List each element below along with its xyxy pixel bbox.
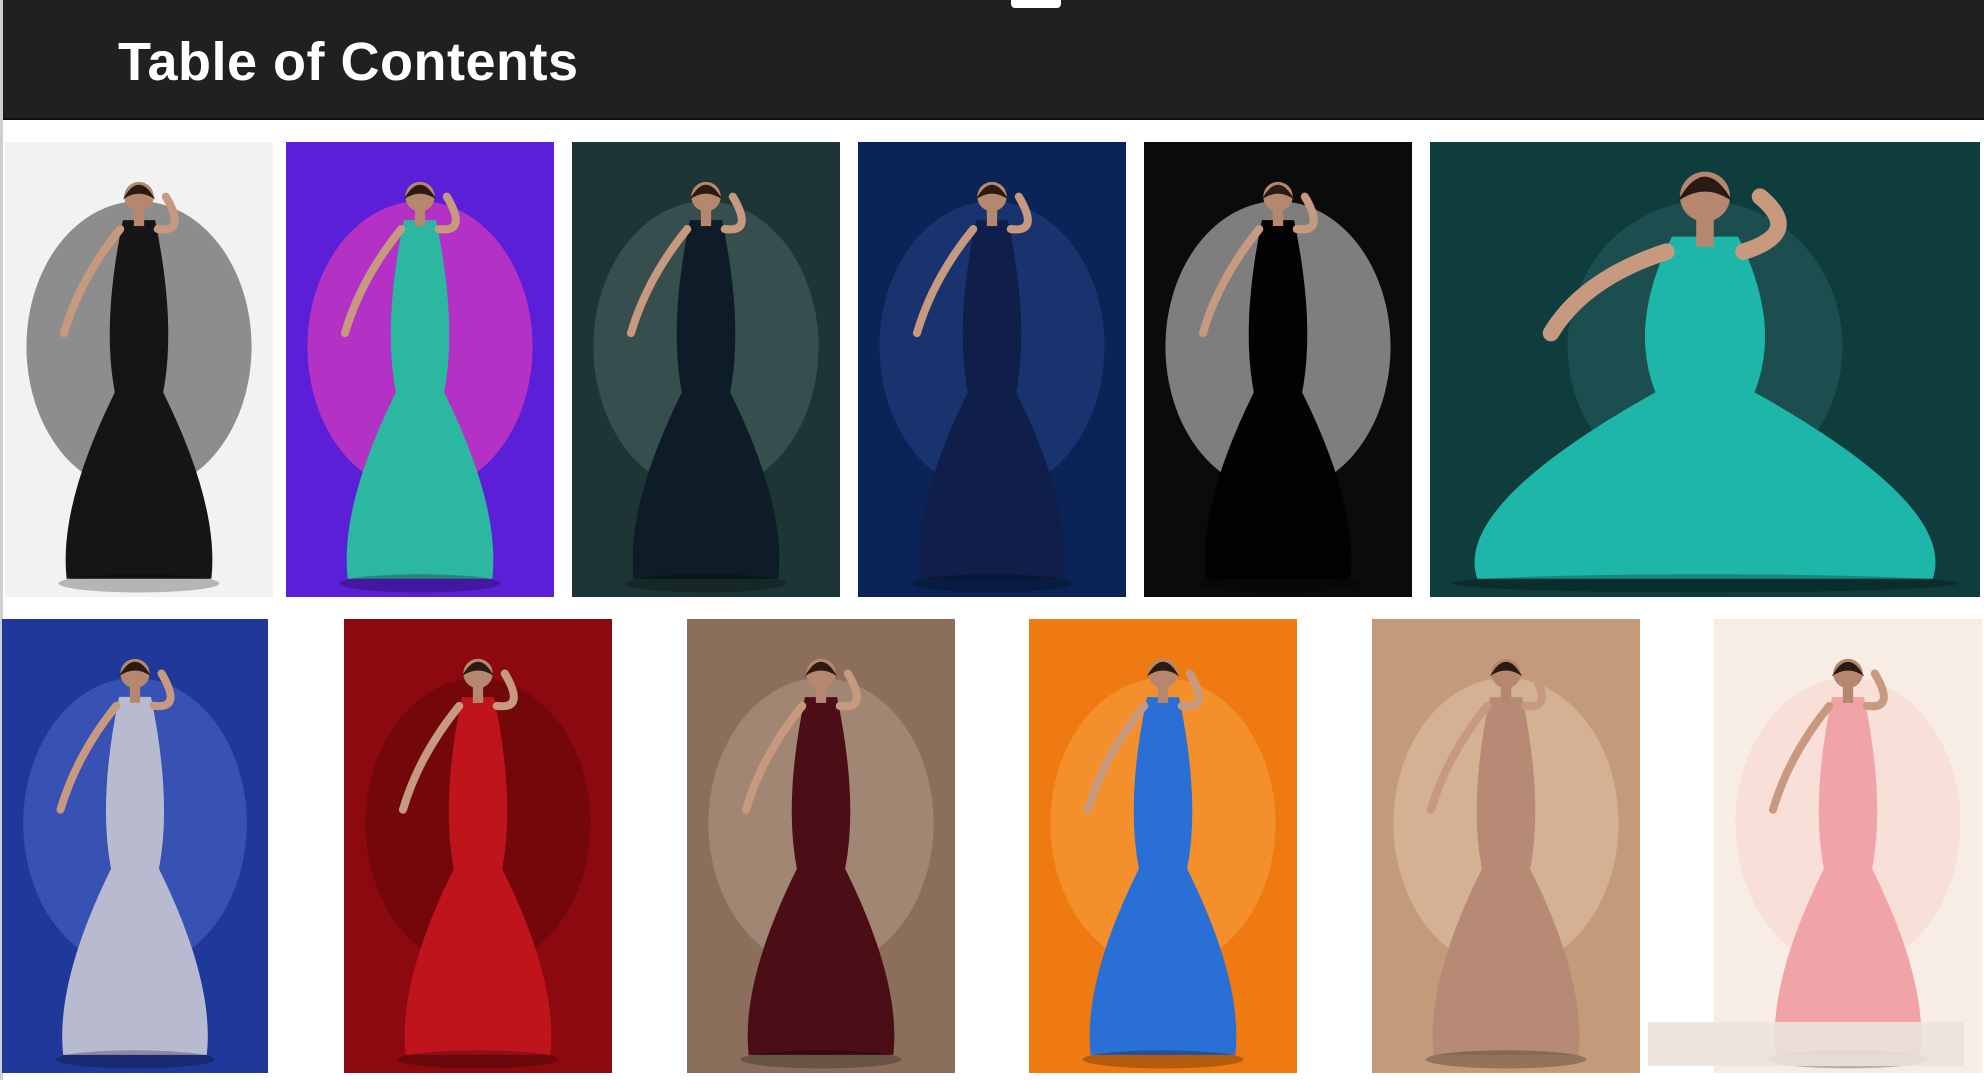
gold-brocade-gown-photo-image [1372, 619, 1640, 1073]
teal-flowing-gown-photo[interactable] [1430, 142, 1980, 597]
dark-teal-halter-gown-photo[interactable] [572, 142, 840, 597]
pink-tulle-dress-photo-image [1714, 619, 1982, 1073]
silhouette-gown-bw-photo-image [1144, 142, 1412, 597]
lace-gown-bw-photo-image [5, 142, 273, 597]
top-tab-handle[interactable] [1011, 0, 1061, 8]
lace-gown-bw-photo[interactable] [5, 142, 273, 597]
red-sculptural-dress-photo[interactable] [344, 619, 612, 1073]
navy-velvet-gown-photo[interactable] [858, 142, 1126, 597]
dark-teal-halter-gown-photo-image [572, 142, 840, 597]
neon-sequin-gown-photo-image [286, 142, 554, 597]
neon-sequin-gown-photo[interactable] [286, 142, 554, 597]
red-sculptural-dress-photo-image [344, 619, 612, 1073]
photo-gallery [0, 0, 1984, 1080]
silver-cocktail-dress-photo[interactable] [2, 619, 268, 1073]
navy-velvet-gown-photo-image [858, 142, 1126, 597]
blue-ruffle-dress-on-orange-photo-image [1029, 619, 1297, 1073]
teal-flowing-gown-photo-image [1430, 142, 1980, 597]
watermark-overlay [1648, 1022, 1964, 1066]
burgundy-velvet-gown-photo[interactable] [687, 619, 955, 1073]
silhouette-gown-bw-photo[interactable] [1144, 142, 1412, 597]
page: Table of Contents [0, 0, 1984, 1080]
burgundy-velvet-gown-photo-image [687, 619, 955, 1073]
silver-cocktail-dress-photo-image [2, 619, 268, 1073]
blue-ruffle-dress-on-orange-photo[interactable] [1029, 619, 1297, 1073]
pink-tulle-dress-photo[interactable] [1714, 619, 1982, 1073]
gold-brocade-gown-photo[interactable] [1372, 619, 1640, 1073]
